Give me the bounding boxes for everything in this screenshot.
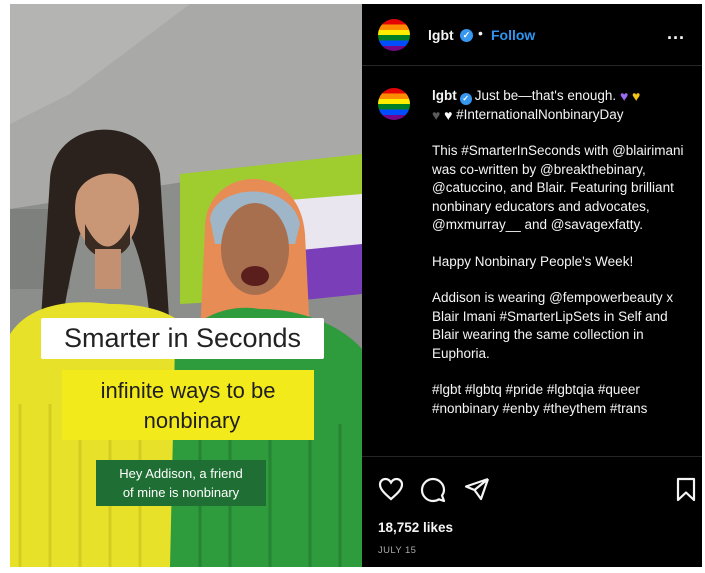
caption-paragraph: Addison is wearing @fempowerbeauty x Bla… xyxy=(432,290,674,361)
bookmark-icon[interactable] xyxy=(676,477,696,502)
more-options-icon[interactable]: ... xyxy=(667,23,685,44)
video-caption-subtitle-line1: infinite ways to be xyxy=(100,378,276,403)
caption-area: lgbt ✓ Just be—that's enough. ♥ ♥ ♥ ♥ #Int… xyxy=(362,67,702,455)
post-actions: 18,752 likes JULY 15 xyxy=(362,456,702,567)
header-separator: • xyxy=(478,25,483,41)
comment-bubble-icon[interactable] xyxy=(420,477,446,503)
caption-avatar[interactable] xyxy=(378,88,410,120)
post-header: lgbt ✓ • Follow ... xyxy=(362,4,702,66)
post-caption: lgbt ✓ Just be—that's enough. ♥ ♥ ♥ ♥ #Int… xyxy=(432,87,688,436)
follow-button[interactable]: Follow xyxy=(491,27,535,43)
caption-paragraph: This #SmarterInSeconds with @blairimani … xyxy=(432,143,684,232)
avatar[interactable] xyxy=(378,19,410,51)
caption-username[interactable]: lgbt xyxy=(432,88,457,103)
heart-outline-icon[interactable] xyxy=(378,477,404,501)
yellow-heart-icon: ♥ xyxy=(632,88,641,104)
post-date[interactable]: JULY 15 xyxy=(378,545,416,556)
verified-badge-icon: ✓ xyxy=(459,93,472,105)
likes-count[interactable]: 18,752 likes xyxy=(378,520,453,535)
post-side-panel: lgbt ✓ • Follow ... lgbt ✓ Just be—that's … xyxy=(362,4,702,567)
caption-hashtag[interactable]: #InternationalNonbinaryDay xyxy=(456,107,623,122)
paper-plane-icon[interactable] xyxy=(464,477,490,501)
post-video[interactable]: Smarter in Seconds infinite ways to be n… xyxy=(10,4,362,567)
video-caption-subtitle-line2: nonbinary xyxy=(128,406,256,436)
white-heart-icon: ♥ xyxy=(444,106,453,123)
caption-line1: Just be—that's enough. xyxy=(474,88,617,103)
video-caption-title: Smarter in Seconds xyxy=(41,318,324,359)
video-quote-caption: Hey Addison, a friend of mine is nonbina… xyxy=(96,460,266,506)
verified-badge-icon: ✓ xyxy=(460,29,473,42)
header-username[interactable]: lgbt xyxy=(428,27,454,43)
video-quote-line2: of mine is nonbinary xyxy=(122,485,240,500)
black-heart-icon: ♥ xyxy=(432,106,441,123)
caption-hashtags: #lgbt #lgbtq #pride #lgbtqia #queer #non… xyxy=(432,382,648,416)
caption-intro: lgbt ✓ Just be—that's enough. ♥ ♥ ♥ ♥ #Int… xyxy=(432,87,688,124)
purple-heart-icon: ♥ xyxy=(619,88,629,104)
caption-paragraph: Happy Nonbinary People's Week! xyxy=(432,253,634,269)
video-quote-line1: Hey Addison, a friend xyxy=(119,466,243,481)
